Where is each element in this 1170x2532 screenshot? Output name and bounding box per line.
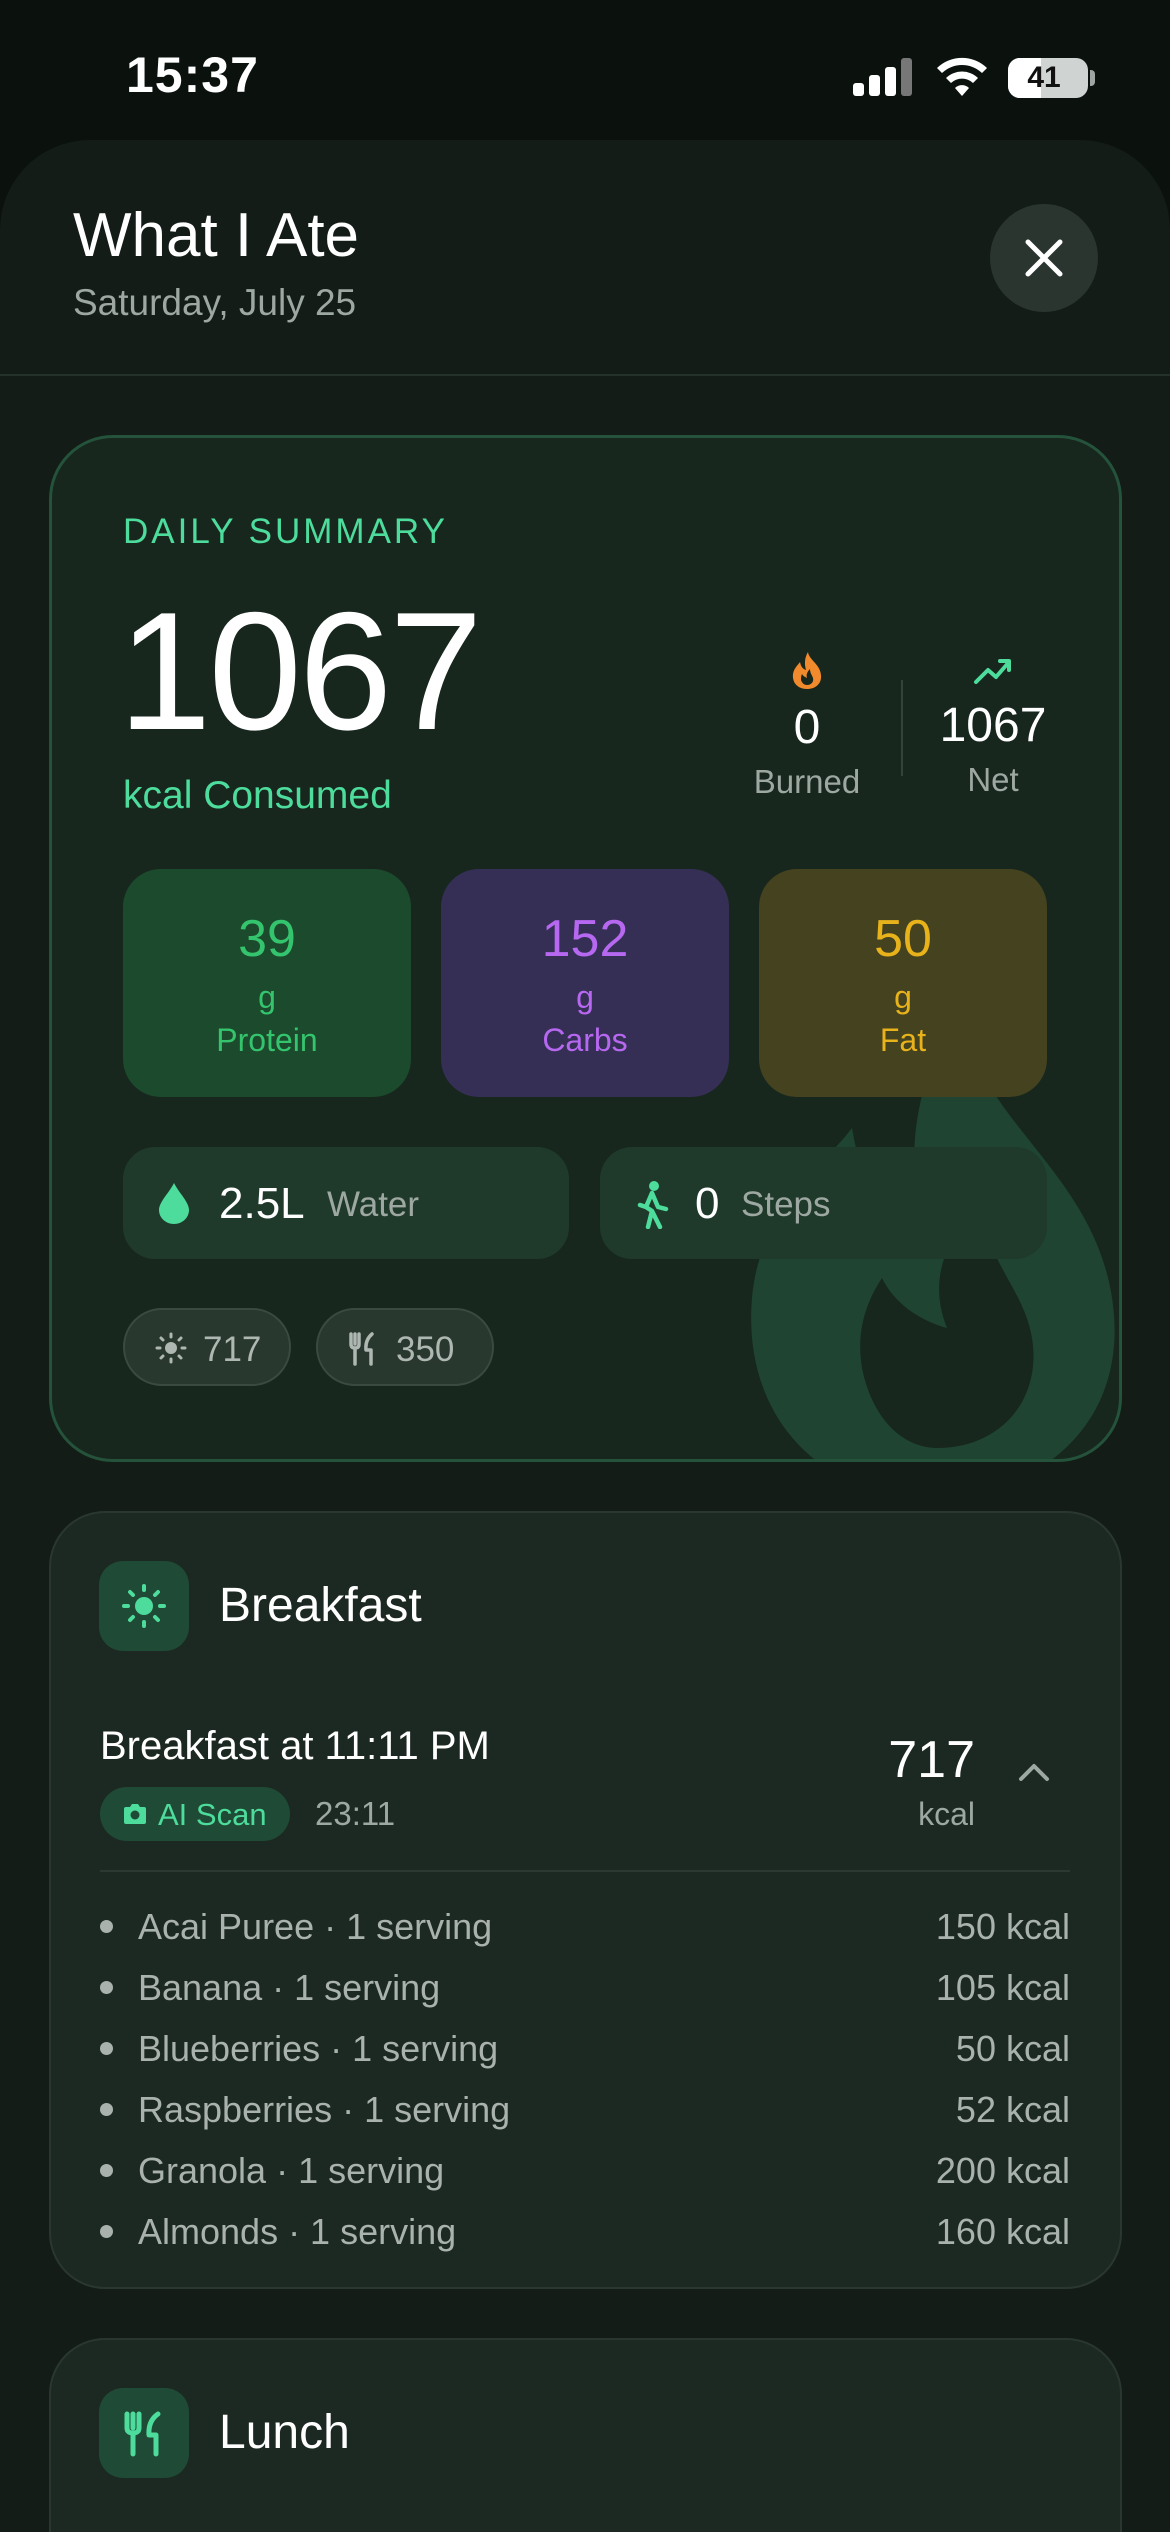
macro-value: 39 [238, 910, 296, 968]
chip-text: 350 [396, 1330, 455, 1369]
bullet-dot [100, 2103, 113, 2116]
food-kcal: 52 kcal [955, 2089, 1070, 2130]
macro-label: Protein [216, 1022, 318, 1058]
food-kcal: 200 kcal [935, 2150, 1070, 2191]
food-item: Granola · 1 serving 200 kcal [100, 2144, 1070, 2196]
trend-up-icon [974, 659, 1011, 684]
status-bar: 15:37 41 [0, 0, 1170, 150]
net-stat: 1067 Net [913, 652, 1073, 799]
entry-kcal-unit: kcal [918, 1796, 975, 1832]
bullet-dot [100, 1981, 113, 1994]
collapse-button[interactable] [1018, 1762, 1050, 1787]
macro-unit: g [894, 979, 912, 1015]
kcal-consumed-value: 1067 [118, 577, 483, 765]
food-name: Blueberries · 1 serving [138, 2028, 499, 2069]
chevron-up-icon [1019, 1764, 1049, 1781]
water-pill[interactable]: 2.5L Water [123, 1147, 569, 1259]
food-name: Granola · 1 serving [138, 2150, 445, 2191]
breakfast-kcal-chip[interactable]: 717 [123, 1308, 291, 1386]
page-date: Saturday, July 25 [73, 282, 357, 323]
macro-protein: 39 g Protein [123, 869, 411, 1097]
steps-value: 0 [695, 1179, 720, 1228]
meal-title-lunch: Lunch [219, 2406, 350, 2459]
burned-value: 0 [793, 701, 821, 754]
water-value: 2.5L [219, 1179, 305, 1228]
food-kcal: 50 kcal [955, 2028, 1070, 2069]
food-item: Banana · 1 serving 105 kcal [100, 1961, 1070, 2013]
macro-label: Carbs [542, 1022, 628, 1058]
flame-icon [792, 652, 822, 689]
close-button[interactable] [990, 204, 1098, 312]
food-name: Almonds · 1 serving [138, 2211, 457, 2252]
food-kcal: 160 kcal [935, 2211, 1070, 2252]
food-item: Blueberries · 1 serving 50 kcal [100, 2022, 1070, 2074]
fork-knife-icon [124, 2411, 161, 2457]
net-label: Net [967, 761, 1019, 798]
entry-divider [100, 1870, 1070, 1872]
ai-scan-label: AI Scan [158, 1797, 267, 1832]
food-name: Banana · 1 serving [138, 1967, 441, 2008]
meal-icon-lunch [99, 2388, 189, 2478]
bullet-dot [100, 2225, 113, 2238]
bullet-dot [100, 2042, 113, 2055]
macro-label: Fat [879, 1022, 927, 1058]
food-item: Almonds · 1 serving 160 kcal [100, 2205, 1070, 2257]
net-value: 1067 [939, 699, 1047, 752]
sun-icon [122, 1584, 166, 1628]
meal-title-breakfast: Breakfast [219, 1579, 422, 1632]
meal-icon-breakfast [99, 1561, 189, 1651]
entry-kcal: 717 [888, 1731, 975, 1789]
summary-label: DAILY SUMMARY [123, 512, 448, 551]
stat-divider [901, 680, 903, 776]
macro-carbs: 152 g Carbs [441, 869, 729, 1097]
kcal-consumed-label: kcal Consumed [123, 774, 392, 817]
wifi-icon [937, 57, 987, 96]
macro-unit: g [576, 979, 594, 1015]
water-drop-icon [159, 1183, 189, 1224]
entry-time: 23:11 [315, 1795, 396, 1832]
cellular-signal-icon [853, 58, 913, 96]
macro-value: 50 [874, 910, 932, 968]
camera-icon [124, 1804, 146, 1824]
water-label: Water [327, 1185, 420, 1224]
battery-tip [1090, 70, 1095, 86]
battery-percent: 41 [1027, 61, 1061, 94]
sun-icon [155, 1332, 187, 1364]
bullet-dot [100, 1920, 113, 1933]
food-kcal: 150 kcal [935, 1906, 1070, 1947]
food-name: Raspberries · 1 serving [138, 2089, 511, 2130]
food-item: Raspberries · 1 serving 52 kcal [100, 2083, 1070, 2135]
bullet-dot [100, 2164, 113, 2177]
battery-icon: 41 [1008, 58, 1088, 98]
lunch-kcal-chip[interactable]: 350 [316, 1308, 494, 1386]
macro-value: 152 [541, 910, 629, 968]
steps-label: Steps [741, 1185, 831, 1224]
entry-title[interactable]: Breakfast at 11:11 PM [100, 1724, 490, 1769]
steps-pill[interactable]: 0 Steps [600, 1147, 1047, 1259]
burned-stat: 0 Burned [727, 650, 887, 801]
food-name: Acai Puree · 1 serving [138, 1906, 493, 1947]
macro-unit: g [258, 979, 276, 1015]
food-item: Acai Puree · 1 serving 150 kcal [100, 1900, 1070, 1952]
food-kcal: 105 kcal [935, 1967, 1070, 2008]
ai-scan-badge: AI Scan [100, 1787, 290, 1841]
page-title: What I Ate [73, 201, 360, 270]
meal-card-lunch[interactable] [49, 2338, 1122, 2532]
burned-label: Burned [753, 763, 861, 800]
status-time: 15:37 [126, 47, 259, 103]
macro-fat: 50 g Fat [759, 869, 1047, 1097]
walking-icon [637, 1181, 669, 1229]
fork-knife-icon [349, 1332, 374, 1366]
chip-text: 717 [203, 1330, 262, 1369]
close-icon [1025, 239, 1063, 277]
